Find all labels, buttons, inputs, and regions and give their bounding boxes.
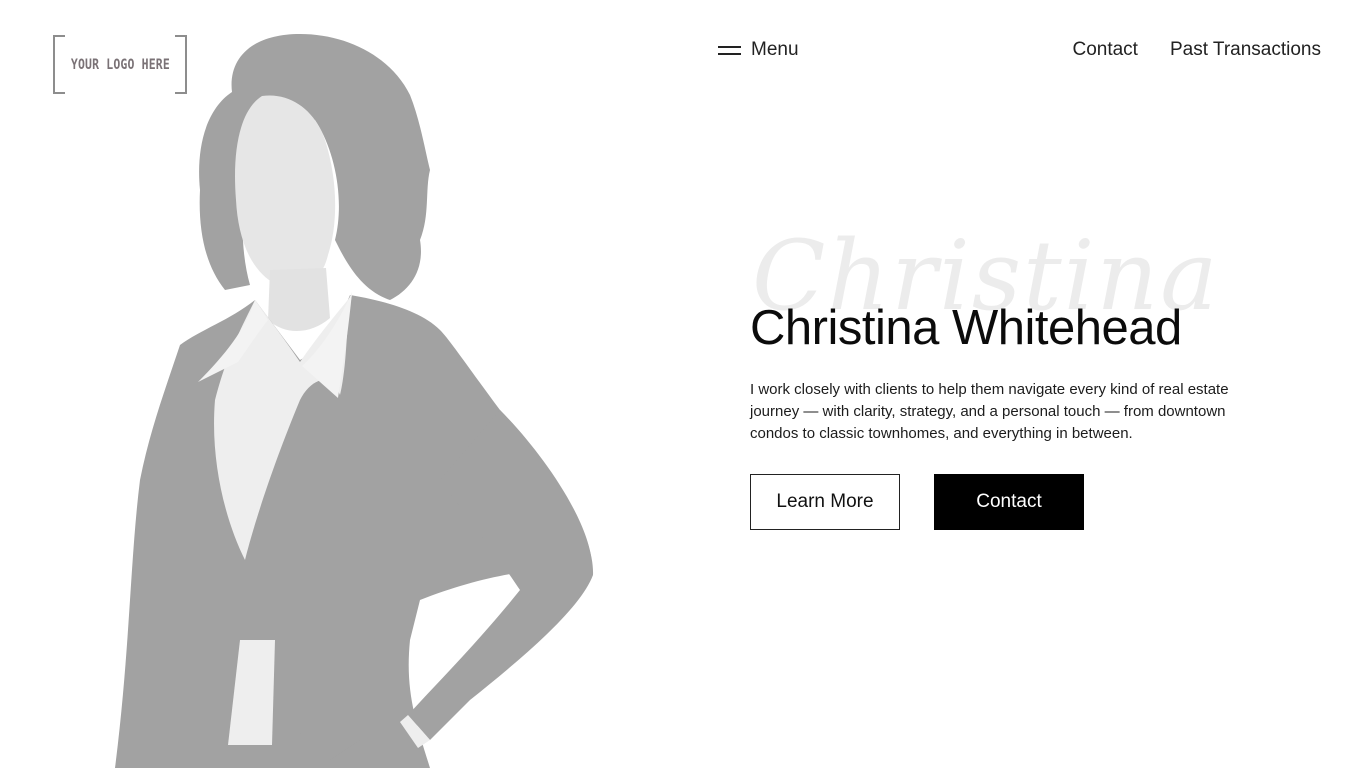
top-nav: Contact Past Transactions xyxy=(1072,36,1321,64)
site-logo[interactable]: YOUR LOGO HERE xyxy=(53,35,187,94)
landing-page: YOUR LOGO HERE Menu Contact Past Transac… xyxy=(0,0,1366,768)
page-title: Christina Whitehead xyxy=(750,301,1182,355)
hamburger-icon xyxy=(718,45,741,55)
logo-text: YOUR LOGO HERE xyxy=(70,56,170,73)
logo-bracket-right xyxy=(175,35,187,94)
logo-bracket-left xyxy=(53,35,65,94)
neck-shape xyxy=(268,268,330,332)
nav-link-contact[interactable]: Contact xyxy=(1072,39,1137,61)
contact-button[interactable]: Contact xyxy=(934,474,1084,530)
nav-link-past-transactions[interactable]: Past Transactions xyxy=(1170,39,1321,61)
menu-button[interactable]: Menu xyxy=(718,36,799,64)
learn-more-button[interactable]: Learn More xyxy=(750,474,900,530)
hero-description: I work closely with clients to help them… xyxy=(750,381,1229,442)
menu-label: Menu xyxy=(751,39,799,60)
agent-silhouette-image xyxy=(115,34,594,768)
